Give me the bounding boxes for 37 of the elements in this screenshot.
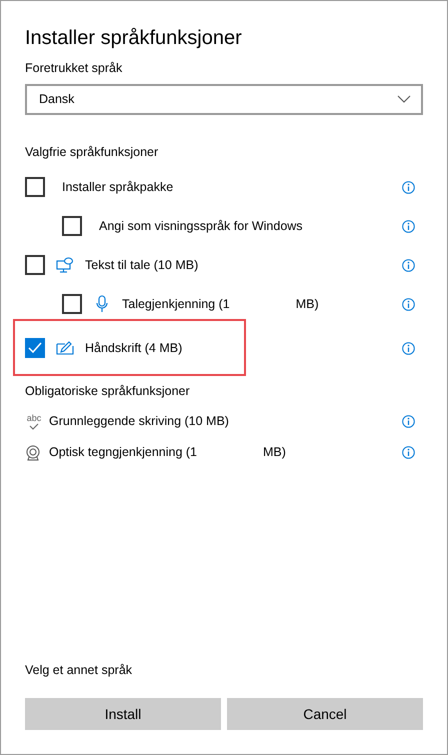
option-label: MB) bbox=[263, 444, 286, 462]
info-icon[interactable] bbox=[402, 220, 415, 232]
choose-language-link[interactable]: Velg et annet språk bbox=[25, 661, 423, 680]
info-icon[interactable] bbox=[402, 415, 415, 428]
check-icon bbox=[29, 422, 39, 430]
section-heading: Obligatoriske språkfunksjoner bbox=[25, 382, 191, 400]
language-dropdown[interactable]: Dansk bbox=[25, 84, 423, 115]
checkbox[interactable] bbox=[25, 338, 45, 358]
option-label: MB) bbox=[296, 296, 319, 313]
checkbox[interactable] bbox=[25, 177, 45, 197]
checkbox[interactable] bbox=[62, 294, 82, 314]
dialog-button[interactable]: Cancel bbox=[227, 698, 423, 730]
info-icon[interactable] bbox=[402, 446, 415, 460]
option-label: Optisk tegngjenkjenning (1 bbox=[49, 444, 198, 462]
icon-caption: abc bbox=[26, 414, 42, 423]
option-label: Installer språkpakke bbox=[62, 178, 174, 196]
checkmark-icon bbox=[28, 342, 42, 354]
webcam-icon bbox=[25, 444, 41, 461]
option-label: Angi som visningsspråk for Windows bbox=[99, 218, 303, 235]
dialog-title: Installer språkfunksjoner bbox=[25, 26, 243, 51]
chevron-down-icon bbox=[397, 95, 411, 104]
info-icon[interactable] bbox=[402, 258, 415, 272]
info-icon[interactable] bbox=[402, 180, 415, 194]
option-label: Talegjenkjenning (1 bbox=[122, 296, 230, 313]
info-icon[interactable] bbox=[402, 298, 415, 310]
option-label: Tekst til tale (10 MB) bbox=[85, 256, 198, 274]
field-label: Foretrukket språk bbox=[25, 60, 124, 77]
checkbox[interactable] bbox=[25, 255, 45, 275]
monitor-speech-icon bbox=[56, 257, 74, 273]
checkbox[interactable] bbox=[62, 216, 82, 236]
option-label: Håndskrift (4 MB) bbox=[85, 340, 182, 357]
section-heading: Valgfrie språkfunksjoner bbox=[25, 144, 160, 161]
option-label: Grunnleggende skriving (10 MB) bbox=[49, 413, 229, 430]
microphone-icon bbox=[96, 295, 108, 313]
pen-icon bbox=[56, 341, 74, 355]
info-icon[interactable] bbox=[402, 342, 415, 354]
dialog-button[interactable]: Install bbox=[25, 698, 221, 730]
